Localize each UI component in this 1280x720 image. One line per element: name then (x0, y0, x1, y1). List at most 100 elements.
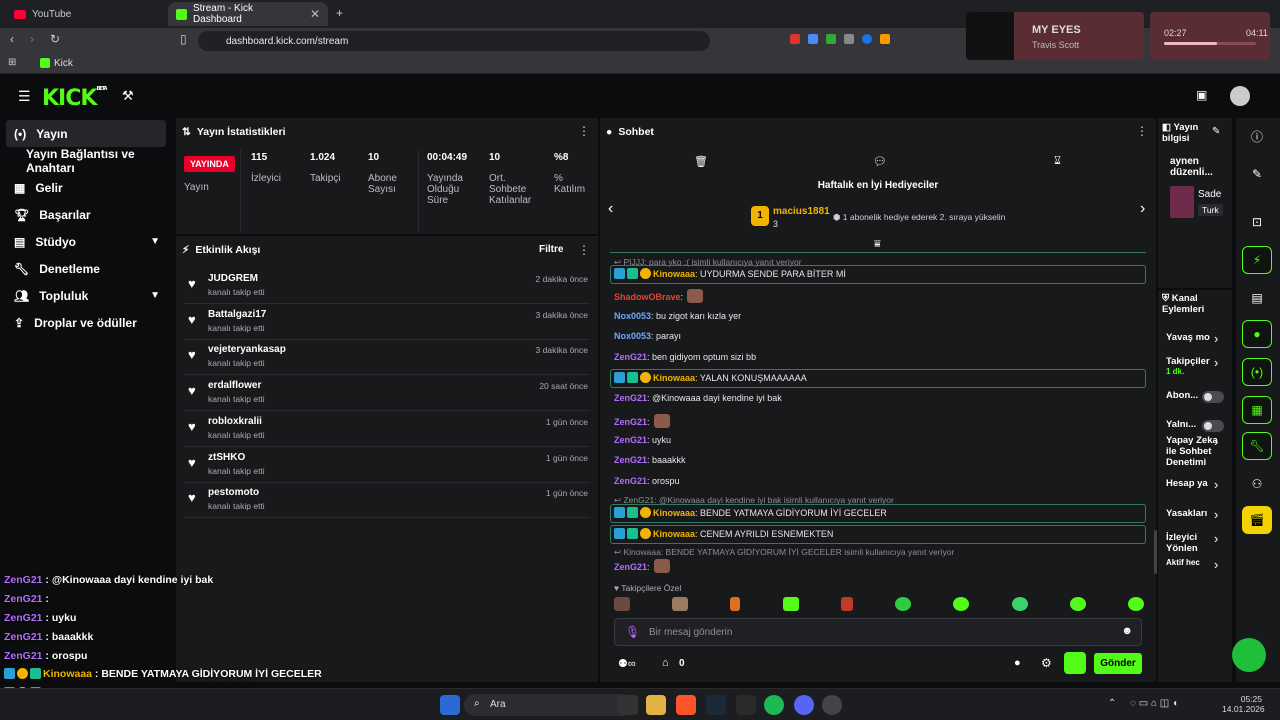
channel-action[interactable]: Hesap ya (1166, 478, 1228, 489)
prev-arrow-icon[interactable]: ‹ (608, 200, 613, 218)
chevron-right-icon[interactable]: › (1214, 477, 1218, 492)
chat-username[interactable]: ZenG21 (614, 352, 647, 362)
points-icon[interactable]: ⚉∞ (618, 657, 636, 670)
taskbar-search[interactable]: ⌕ Ara (464, 694, 634, 716)
chevron-right-icon[interactable]: › (1214, 531, 1218, 546)
chevron-right-icon[interactable]: › (1214, 331, 1218, 346)
chat-username[interactable]: ZenG21 (614, 562, 647, 572)
obs-icon[interactable] (822, 695, 842, 715)
emote[interactable] (1127, 597, 1144, 611)
toggle-switch[interactable] (1202, 391, 1224, 403)
nav-item-basarilar[interactable]: 🏆︎ Başarılar (0, 201, 172, 228)
chevron-right-icon[interactable]: › (1214, 355, 1218, 370)
brave-icon[interactable] (676, 695, 696, 715)
nav-item-gelir[interactable]: ▦ Gelir (0, 174, 172, 201)
avatar[interactable] (1230, 86, 1250, 106)
chat-settings-bubble-icon[interactable]: ● (1014, 657, 1021, 669)
start-icon[interactable] (440, 695, 460, 715)
kick-emote-icon[interactable] (1064, 652, 1086, 674)
emote[interactable] (1011, 597, 1028, 611)
emote[interactable] (730, 597, 741, 611)
epic-games-icon[interactable] (736, 695, 756, 715)
emote[interactable] (782, 597, 799, 611)
stats-menu-icon[interactable]: ⋮ (578, 124, 590, 138)
widgets-icon[interactable] (618, 695, 638, 715)
send-button[interactable]: Gönder (1094, 653, 1142, 674)
nav-item-denetleme[interactable]: 🔧︎ Denetleme (0, 255, 172, 282)
edit-icon[interactable]: ✎ (1242, 160, 1272, 188)
chat-message[interactable]: ShadowOBrave: (614, 289, 704, 303)
chat-username[interactable]: ZenG21 (614, 455, 647, 465)
nav-item-topluluk[interactable]: 👥︎ Topluluk ▼ (0, 282, 172, 309)
channel-action[interactable]: Takipçiler 1 dk. (1166, 356, 1228, 376)
chat-input[interactable]: 🎙︎ Bir mesaj gönderin ☻ (614, 618, 1142, 646)
trash-icon[interactable]: 🗑︎ (694, 155, 708, 168)
tag[interactable]: Turk (1198, 204, 1223, 216)
broadcast-icon[interactable]: (•) (1242, 358, 1272, 386)
media-progress-track[interactable] (1164, 42, 1256, 45)
hourglass-icon[interactable]: ⌛︎ (1054, 155, 1061, 168)
chat-message[interactable]: Kinowaaa: BENDE YATMAYA GİDİYORUM İYİ GE… (614, 507, 887, 518)
chat-username[interactable]: Nox0053 (614, 311, 651, 321)
emote[interactable] (614, 597, 630, 611)
address-bar[interactable]: dashboard.kick.com/stream (198, 31, 710, 51)
chat-bubble-icon[interactable]: ● (1242, 320, 1272, 348)
chat-message[interactable]: ZenG21: uyku (614, 435, 671, 445)
clock[interactable]: 05:25 14.01.2026 (1222, 694, 1265, 714)
toggle-switch[interactable] (1202, 420, 1224, 432)
emote[interactable] (895, 597, 912, 611)
chat-message[interactable]: ZenG21: (614, 414, 670, 428)
chevron-right-icon[interactable]: › (1214, 434, 1218, 449)
new-tab-icon[interactable]: + (336, 6, 343, 20)
chat-username[interactable]: Kinowaaa (653, 508, 695, 518)
event-row[interactable]: ♥ vejeteryankasap kanalı takip etti 3 da… (184, 339, 590, 376)
channel-action[interactable]: Yavaş mo (1166, 332, 1228, 343)
store-icon[interactable]: ⌂ (662, 657, 669, 669)
chat-username[interactable]: ZenG21 (614, 476, 647, 486)
close-tab-icon[interactable]: ✕ (310, 7, 320, 21)
chat-username[interactable]: Kinowaaa (653, 529, 695, 539)
chat-message[interactable]: ZenG21: @Kinowaaa dayi kendine iyi bak (614, 393, 782, 403)
hammer-icon[interactable]: ⚒ (122, 88, 134, 104)
bookmark-icon[interactable]: ▯ (180, 32, 187, 46)
chat-username[interactable]: ShadowOBrave (614, 292, 681, 302)
nav-item-droplar[interactable]: ⇪ Droplar ve ödüller (0, 309, 172, 336)
chat-username[interactable]: Nox0053 (614, 331, 651, 341)
mic-icon[interactable]: 🎙︎ (625, 625, 640, 639)
chevron-right-icon[interactable]: › (1214, 507, 1218, 522)
spotify-icon[interactable] (764, 695, 784, 715)
hamburger-menu-icon[interactable]: ☰ (18, 88, 31, 105)
layout-icon[interactable]: ▦ (1242, 396, 1272, 424)
tray-icons[interactable]: ◌ ▭ ⌂ ◫ ◖ (1130, 698, 1178, 709)
media-progress-widget[interactable]: 02:27 04:11 (1150, 12, 1270, 60)
channel-action[interactable]: Yasakları (1166, 508, 1228, 519)
emote[interactable] (672, 597, 689, 611)
chat-message[interactable]: Kinowaaa: YALAN KONUŞMAAAAAA (614, 372, 807, 383)
nav-item-yayin[interactable]: (•) Yayın (6, 120, 166, 147)
chat-username[interactable]: ZenG21 (614, 417, 647, 427)
event-row[interactable]: ♥ erdalflower kanalı takip etti 20 saat … (184, 375, 590, 412)
top-gifter-name[interactable]: macius1881 (773, 206, 830, 217)
chat-tab-icon[interactable]: 💬︎ (873, 155, 887, 168)
chat-message[interactable]: Nox0053: parayı (614, 331, 681, 341)
tray-chevron-icon[interactable]: ⌃ (1108, 698, 1116, 709)
next-arrow-icon[interactable]: › (1140, 200, 1145, 218)
discord-icon[interactable] (794, 695, 814, 715)
chat-message[interactable]: ZenG21: baaakkk (614, 455, 686, 465)
filter-button[interactable]: Filtre (539, 244, 563, 255)
community-icon[interactable]: ⚇ (1242, 470, 1272, 498)
chat-message[interactable]: ZenG21: (614, 559, 670, 573)
event-row[interactable]: ♥ Battalgazi17 kanalı takip etti 3 dakik… (184, 304, 590, 340)
tab-kick-dashboard[interactable]: Stream - Kick Dashboard ✕ (168, 2, 328, 26)
chevron-right-icon[interactable]: › (1214, 557, 1218, 572)
chat-username[interactable]: ZenG21 (614, 435, 647, 445)
channel-action[interactable]: İzleyici Yönlen (1166, 532, 1228, 554)
media-widget[interactable]: MY EYES Travis Scott (966, 12, 1144, 60)
document-icon[interactable]: ▤ (1242, 284, 1272, 312)
back-icon[interactable]: ‹ (10, 32, 14, 46)
activity-menu-icon[interactable]: ⋮ (578, 243, 590, 257)
support-icon[interactable] (1232, 638, 1266, 672)
event-row[interactable]: ♥ ztSHKO kanalı takip etti 1 gün önce (184, 447, 590, 483)
chat-message[interactable]: ZenG21: ben gidiyom optum sizi bb (614, 352, 756, 362)
forward-icon[interactable]: › (30, 32, 34, 46)
